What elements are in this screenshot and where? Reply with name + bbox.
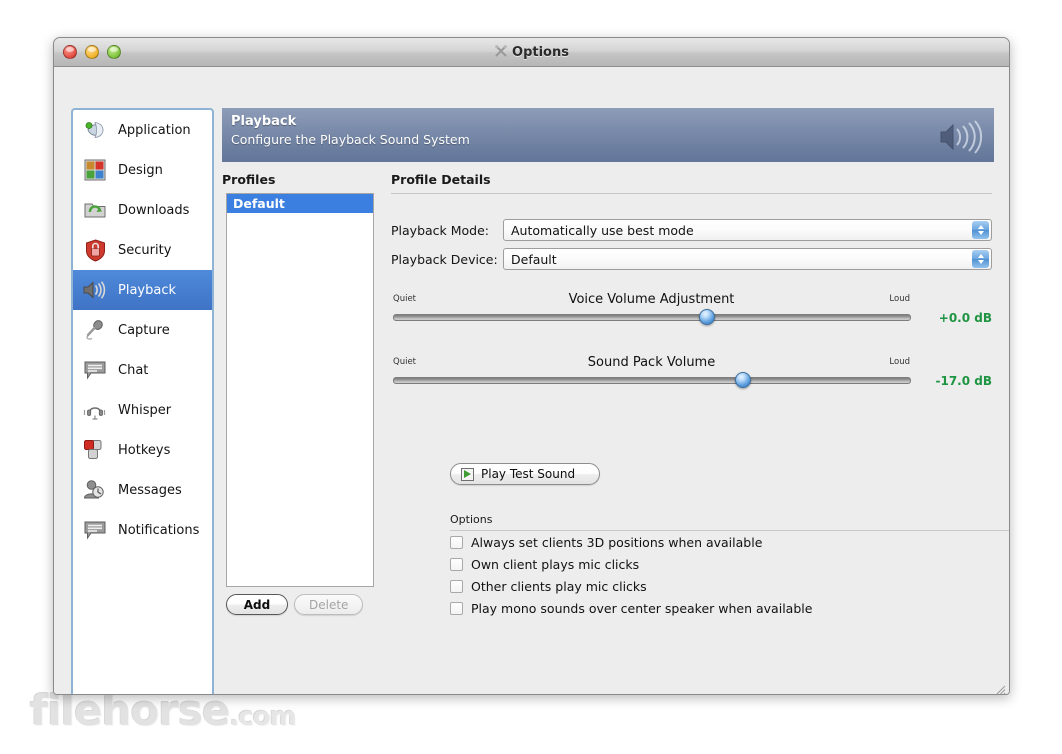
banner-title: Playback (231, 114, 297, 129)
window-title-text: Options (512, 45, 569, 60)
sidebar-item-downloads[interactable]: Downloads (73, 190, 212, 230)
sidebar-item-hotkeys[interactable]: Hotkeys (73, 430, 212, 470)
add-button[interactable]: Add (226, 594, 288, 615)
sidebar-item-security[interactable]: Security (73, 230, 212, 270)
playback-icon (81, 277, 109, 303)
playback-mode-row: Playback Mode: Automatically use best mo… (391, 219, 992, 241)
sidebar-item-notifications[interactable]: Notifications (73, 510, 212, 550)
security-icon (81, 237, 109, 263)
checkbox-label: Always set clients 3D positions when ava… (471, 535, 763, 550)
chat-icon (81, 357, 109, 383)
voice-slider-title: Voice Volume Adjustment (568, 292, 735, 307)
whisper-icon (81, 397, 109, 423)
soundpack-volume-slider-block: Quiet Loud Sound Pack Volume -17.0 dB (391, 355, 992, 395)
playback-device-label: Playback Device: (391, 251, 498, 267)
design-icon (81, 157, 109, 183)
window-titlebar[interactable]: Options (54, 38, 1009, 67)
voice-volume-slider-block: Quiet Loud Voice Volume Adjustment +0.0 … (391, 292, 992, 332)
profile-details-heading: Profile Details (391, 172, 491, 187)
checkbox-label: Play mono sounds over center speaker whe… (471, 601, 813, 616)
checkbox-icon[interactable] (450, 536, 463, 549)
chevron-updown-icon[interactable] (972, 250, 989, 268)
sidebar-item-playback[interactable]: Playback (73, 270, 212, 310)
soundpack-volume-slider[interactable] (393, 377, 911, 384)
checkbox-row-3d-positions[interactable]: Always set clients 3D positions when ava… (450, 535, 762, 550)
sidebar-item-label: Design (118, 162, 163, 178)
voice-volume-slider-thumb[interactable] (699, 309, 715, 325)
sidebar-item-label: Whisper (118, 402, 172, 418)
sidebar-item-label: Chat (118, 362, 149, 378)
sidebar-item-label: Downloads (118, 202, 190, 218)
playback-device-value: Default (511, 251, 557, 267)
hotkeys-icon (81, 437, 109, 463)
delete-button[interactable]: Delete (294, 594, 364, 615)
checkbox-icon[interactable] (450, 558, 463, 571)
microphone-icon (81, 317, 109, 343)
voice-volume-slider[interactable] (393, 314, 911, 321)
profile-buttons: Add Delete (226, 594, 364, 615)
resize-grip[interactable] (993, 680, 1006, 694)
profiles-list[interactable]: Default (226, 193, 374, 587)
checkbox-icon[interactable] (450, 602, 463, 615)
checkbox-icon[interactable] (450, 580, 463, 593)
checkbox-row-other-mic-clicks[interactable]: Other clients play mic clicks (450, 579, 647, 594)
sidebar-item-label: Security (118, 242, 172, 258)
soundpack-volume-slider-thumb[interactable] (735, 372, 751, 388)
sidebar-item-label: Notifications (118, 522, 200, 538)
downloads-icon (81, 197, 109, 223)
playback-mode-value: Automatically use best mode (511, 222, 694, 238)
sidebar-item-capture[interactable]: Capture (73, 310, 212, 350)
sidebar-item-messages[interactable]: Messages (73, 470, 212, 510)
options-window: Options Application Design Downloads Sec… (53, 37, 1010, 695)
sidebar-item-label: Hotkeys (118, 442, 171, 458)
soundpack-volume-value: -17.0 dB (935, 374, 992, 388)
play-test-sound-label: Play Test Sound (481, 467, 576, 481)
sidebar-item-chat[interactable]: Chat (73, 350, 212, 390)
checkbox-row-mono-center-speaker[interactable]: Play mono sounds over center speaker whe… (450, 601, 812, 616)
settings-sidebar: Application Design Downloads Security Pl… (71, 108, 214, 694)
checkbox-label: Other clients play mic clicks (471, 579, 647, 594)
play-test-sound-button[interactable]: Play Test Sound (450, 463, 600, 485)
sidebar-item-label: Application (118, 122, 191, 138)
playback-device-row: Playback Device: Default (391, 248, 992, 270)
details-divider (391, 193, 992, 194)
watermark-suffix: .com (229, 702, 297, 732)
banner-subtitle: Configure the Playback Sound System (231, 132, 470, 147)
sidebar-item-design[interactable]: Design (73, 150, 212, 190)
window-body: Application Design Downloads Security Pl… (54, 67, 1009, 694)
checkbox-row-own-mic-clicks[interactable]: Own client plays mic clicks (450, 557, 639, 572)
chevron-updown-icon[interactable] (972, 221, 989, 239)
messages-icon (81, 477, 109, 503)
playback-device-select[interactable]: Default (503, 248, 992, 270)
options-divider (450, 530, 1009, 531)
sidebar-item-label: Messages (118, 482, 182, 498)
list-item[interactable]: Default (227, 194, 373, 213)
checkbox-label: Own client plays mic clicks (471, 557, 640, 572)
application-icon (81, 117, 109, 143)
playback-mode-label: Playback Mode: (391, 222, 490, 238)
profiles-heading: Profiles (222, 172, 276, 187)
options-group-heading: Options (450, 513, 493, 526)
tools-icon (494, 40, 508, 69)
notifications-icon (81, 517, 109, 543)
speaker-waves-icon (938, 120, 984, 158)
sidebar-item-label: Capture (118, 322, 170, 338)
play-icon (461, 467, 474, 481)
section-banner: Playback Configure the Playback Sound Sy… (222, 108, 994, 162)
sidebar-item-label: Playback (118, 282, 177, 298)
playback-mode-select[interactable]: Automatically use best mode (503, 219, 992, 241)
soundpack-slider-title: Sound Pack Volume (587, 355, 716, 370)
window-title: Options (54, 38, 1009, 67)
sidebar-item-whisper[interactable]: Whisper (73, 390, 212, 430)
sidebar-item-application[interactable]: Application (73, 110, 212, 150)
voice-volume-value: +0.0 dB (938, 311, 992, 325)
